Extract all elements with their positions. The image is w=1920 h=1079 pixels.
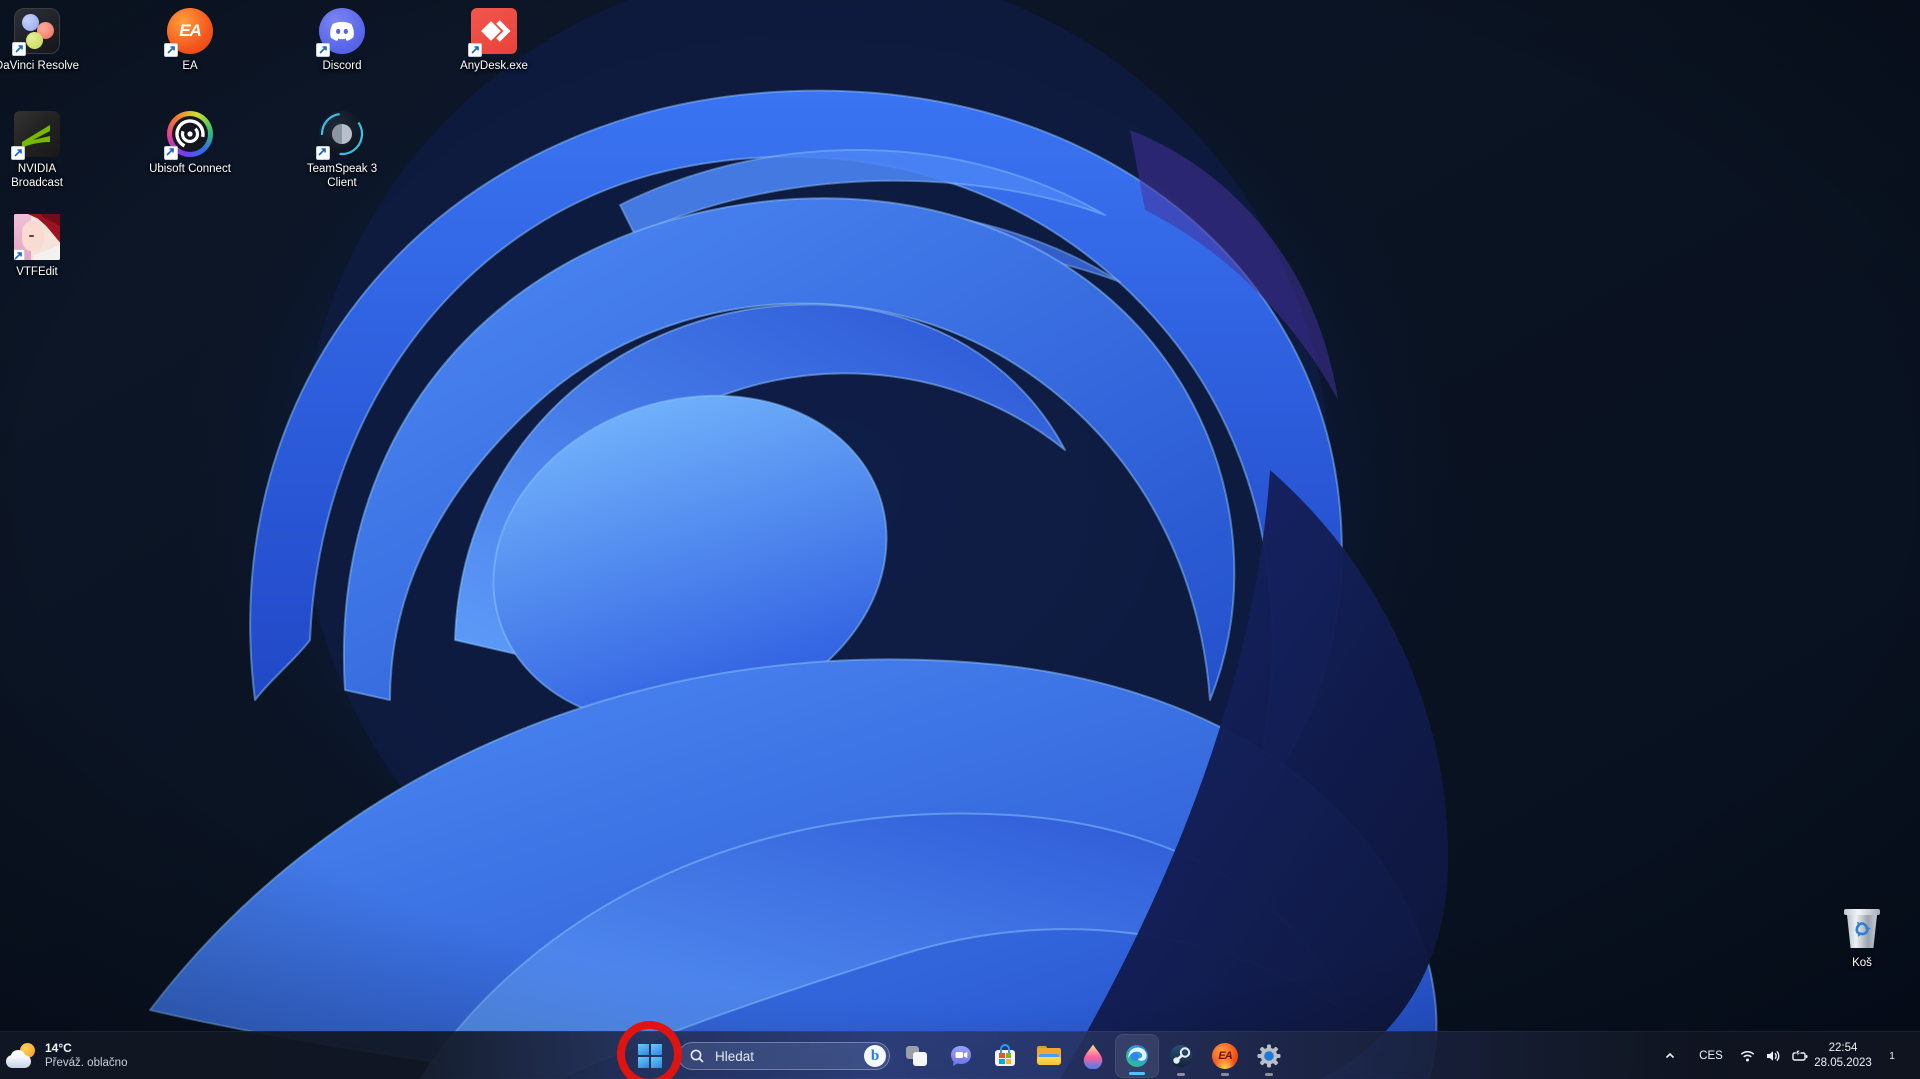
- steam-icon: [1168, 1043, 1194, 1069]
- taskbar: 14°C Převáž. oblačno b: [0, 1031, 1920, 1079]
- wallpaper-bloom: [0, 0, 1920, 1079]
- desktop-icon-label: EA: [182, 60, 198, 72]
- shortcut-arrow-icon: [468, 43, 482, 57]
- shortcut-arrow-icon: [316, 146, 330, 160]
- desktop: DaVinci Resolve EA EA Discord AnyDesk.ex…: [0, 0, 1920, 1079]
- nvidia-broadcast-icon: [11, 111, 60, 160]
- taskbar-app-paint-droplet[interactable]: [1071, 1034, 1115, 1078]
- language-indicator[interactable]: CES: [1692, 1036, 1730, 1076]
- desktop-icon-discord[interactable]: Discord: [294, 8, 390, 73]
- search-icon: [690, 1049, 704, 1063]
- task-view-icon: [904, 1043, 930, 1069]
- desktop-icon-label: AnyDesk.exe: [460, 60, 528, 72]
- desktop-icon-davinci-resolve[interactable]: DaVinci Resolve: [0, 8, 85, 73]
- taskbar-app-file-explorer[interactable]: [1027, 1034, 1071, 1078]
- weather-condition: Převáž. oblačno: [45, 1057, 128, 1070]
- shortcut-arrow-icon: [12, 42, 26, 56]
- desktop-icon-label: TeamSpeak 3 Client: [306, 163, 378, 190]
- bing-icon[interactable]: b: [864, 1045, 886, 1067]
- discord-icon: [316, 8, 365, 57]
- microsoft-store-icon: [992, 1043, 1018, 1069]
- microsoft-edge-icon: [1124, 1043, 1150, 1069]
- running-app-indicator: [1221, 1073, 1229, 1076]
- ea-icon: EA: [164, 8, 213, 57]
- clock[interactable]: 22:54 28.05.2023: [1806, 1036, 1880, 1076]
- shortcut-arrow-icon: [11, 146, 25, 160]
- shortcut-arrow-icon: [164, 43, 178, 57]
- taskbar-app-ea[interactable]: EA: [1203, 1034, 1247, 1078]
- desktop-icon-label: VTFEdit: [16, 266, 58, 278]
- shortcut-arrow-icon: [316, 43, 330, 57]
- desktop-icon-ubisoft-connect[interactable]: Ubisoft Connect: [142, 111, 238, 176]
- desktop-icon-label: Ubisoft Connect: [149, 163, 231, 175]
- weather-temperature: 14°C: [45, 1041, 72, 1056]
- taskbar-app-microsoft-edge[interactable]: [1115, 1034, 1159, 1078]
- search-input[interactable]: [713, 1047, 864, 1065]
- running-app-indicator: [1177, 1073, 1185, 1076]
- running-app-indicator: [1265, 1073, 1273, 1076]
- annotation-red-circle: [617, 1021, 682, 1079]
- colorful-droplet-icon: [1080, 1043, 1106, 1070]
- active-window-indicator: [1129, 1072, 1145, 1075]
- chevron-up-icon: [1665, 1052, 1675, 1059]
- taskbar-app-steam[interactable]: [1159, 1034, 1203, 1078]
- ea-logo-text: EA: [1218, 1050, 1232, 1062]
- desktop-icon-recycle-bin[interactable]: Koš: [1814, 905, 1910, 970]
- desktop-icon-label: DaVinci Resolve: [0, 60, 80, 72]
- taskbar-app-chat[interactable]: [939, 1034, 983, 1078]
- shortcut-arrow-icon: [14, 249, 25, 260]
- taskbar-app-task-view[interactable]: [895, 1034, 939, 1078]
- notification-badge[interactable]: 1: [1884, 1036, 1900, 1076]
- davinci-resolve-icon: [12, 8, 60, 56]
- weather-icon: [6, 1043, 36, 1069]
- tray-time: 22:54: [1828, 1042, 1858, 1055]
- shortcut-arrow-icon: [164, 146, 178, 160]
- volume-icon: [1767, 1050, 1780, 1062]
- tray-chevron-up-button[interactable]: [1652, 1036, 1688, 1076]
- anydesk-icon: [468, 8, 517, 57]
- settings-gear-icon: [1256, 1043, 1282, 1069]
- ubisoft-connect-icon: [164, 111, 213, 160]
- ea-app-icon: EA: [1212, 1043, 1238, 1069]
- desktop-icon-label: Koš: [1852, 957, 1872, 969]
- bing-logo-text: b: [870, 1047, 880, 1064]
- desktop-icon-label: Discord: [322, 60, 362, 72]
- vtfedit-icon: [14, 214, 60, 260]
- desktop-icon-ea[interactable]: EA EA: [142, 8, 238, 73]
- teamspeak-icon: [316, 111, 365, 160]
- tray-date: 28.05.2023: [1814, 1057, 1872, 1069]
- desktop-icon-vtfedit[interactable]: VTFEdit: [0, 214, 85, 279]
- taskbar-app-microsoft-store[interactable]: [983, 1034, 1027, 1078]
- chat-icon: [948, 1043, 974, 1069]
- tray-status-icons-button[interactable]: [1730, 1036, 1818, 1076]
- search-box[interactable]: b: [678, 1042, 890, 1070]
- ea-logo-text: EA: [179, 21, 202, 40]
- desktop-icon-label: NVIDIA Broadcast: [11, 163, 63, 190]
- taskbar-app-settings[interactable]: [1247, 1034, 1291, 1078]
- file-explorer-icon: [1036, 1043, 1062, 1069]
- desktop-icon-anydesk[interactable]: AnyDesk.exe: [446, 8, 542, 73]
- desktop-icon-nvidia-broadcast[interactable]: NVIDIA Broadcast: [0, 111, 85, 191]
- desktop-icon-teamspeak[interactable]: TeamSpeak 3 Client: [294, 111, 390, 191]
- widgets-weather-button[interactable]: 14°C Převáž. oblačno: [6, 1036, 127, 1076]
- wifi-icon: [1740, 1050, 1755, 1062]
- recycle-bin-icon: [1839, 905, 1885, 951]
